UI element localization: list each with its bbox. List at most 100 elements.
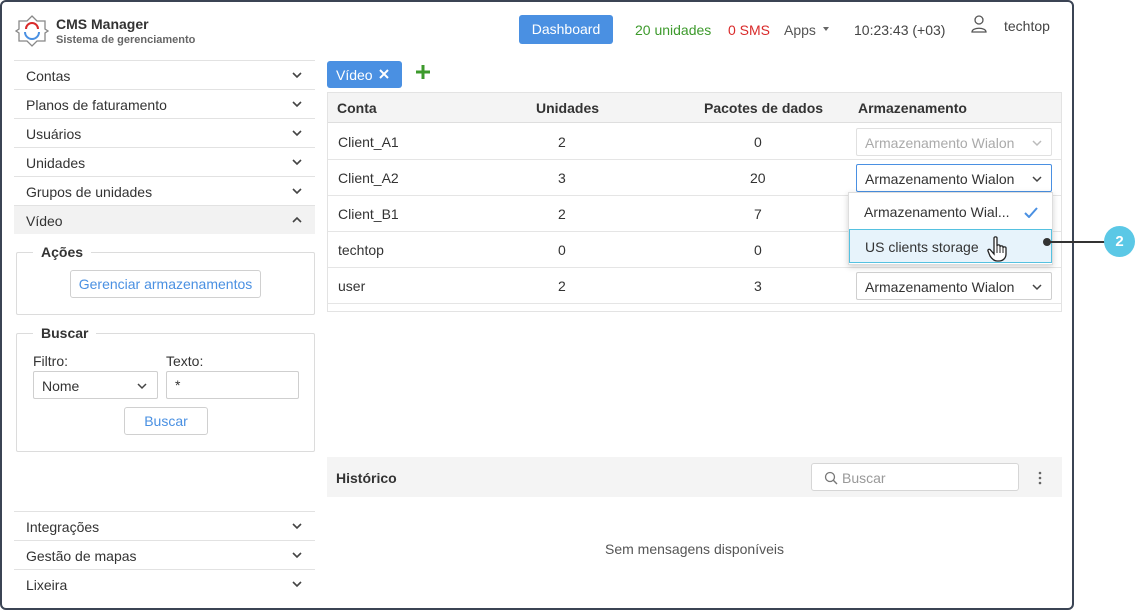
dashboard-button[interactable]: Dashboard	[519, 15, 613, 44]
sidebar-item-grupos[interactable]: Grupos de unidades	[14, 176, 315, 205]
actions-panel: Ações Gerenciar armazenamentos	[16, 244, 315, 315]
storage-select-value: Armazenamento Wialon	[865, 171, 1015, 187]
user-icon[interactable]	[971, 15, 987, 33]
hand-cursor-icon	[987, 236, 1007, 262]
cell-account: user	[338, 278, 366, 294]
table-row[interactable]: user 2 3 Armazenamento Wialon	[328, 268, 1061, 304]
text-label: Texto:	[166, 353, 204, 369]
chevron-up-icon	[292, 216, 302, 223]
chevron-down-icon	[1032, 140, 1042, 147]
history-panel: Histórico Buscar	[327, 457, 1062, 497]
filter-label: Filtro:	[33, 353, 68, 369]
callout-line	[1046, 241, 1105, 243]
caret-down-icon[interactable]	[823, 27, 829, 31]
column-header-account[interactable]: Conta	[337, 100, 377, 116]
chevron-down-icon	[292, 523, 302, 530]
table-row[interactable]: Client_A2 3 20 Armazenamento Wialon	[328, 160, 1061, 196]
chevron-down-icon	[292, 72, 302, 79]
callout-badge: 2	[1104, 226, 1135, 257]
column-header-units[interactable]: Unidades	[536, 100, 599, 116]
sidebar-item-usuarios[interactable]: Usuários	[14, 118, 315, 147]
cell-units: 3	[558, 170, 566, 186]
app-subtitle: Sistema de gerenciamento	[56, 34, 196, 46]
search-icon	[824, 471, 838, 485]
cell-packages: 0	[754, 134, 762, 150]
filter-select-value: Nome	[42, 378, 80, 394]
dropdown-option-label: Armazenamento Wial...	[864, 204, 1010, 220]
cell-account: Client_A1	[338, 134, 399, 150]
sidebar-item-video[interactable]: Vídeo	[14, 205, 315, 234]
sidebar-item-label: Lixeira	[26, 577, 68, 593]
sidebar-item-label: Usuários	[26, 126, 82, 142]
cell-account: techtop	[338, 242, 384, 258]
cms-logo-icon	[15, 15, 49, 47]
manage-storage-button[interactable]: Gerenciar armazenamentos	[70, 270, 261, 298]
column-header-storage[interactable]: Armazenamento	[858, 100, 967, 116]
chevron-down-icon	[1032, 176, 1042, 183]
storage-select: Armazenamento Wialon	[856, 128, 1052, 156]
column-header-packages[interactable]: Pacotes de dados	[704, 100, 823, 116]
storage-select-value: Armazenamento Wialon	[865, 279, 1015, 295]
cell-packages: 7	[754, 206, 762, 222]
apps-menu[interactable]: Apps	[784, 22, 816, 38]
add-tab-icon[interactable]	[416, 65, 430, 79]
user-name[interactable]: techtop	[1004, 18, 1050, 34]
sidebar-item-label: Gestão de mapas	[26, 548, 137, 564]
tab-video-label: Vídeo	[336, 67, 373, 83]
history-empty-message: Sem mensagens disponíveis	[605, 541, 784, 557]
chevron-down-icon	[1032, 284, 1042, 291]
sidebar-item-integracoes[interactable]: Integrações	[14, 511, 315, 540]
table-header: Conta Unidades Pacotes de dados Armazena…	[328, 93, 1061, 123]
storage-select[interactable]: Armazenamento Wialon	[856, 164, 1052, 192]
chevron-down-icon	[292, 552, 302, 559]
sidebar-item-label: Planos de faturamento	[26, 97, 167, 113]
storage-select[interactable]: Armazenamento Wialon	[856, 272, 1052, 300]
clock: 10:23:43 (+03)	[854, 22, 946, 38]
actions-legend: Ações	[33, 244, 92, 260]
check-icon	[1024, 207, 1038, 218]
cell-packages: 3	[754, 278, 762, 294]
units-counter[interactable]: 20 unidades	[635, 22, 711, 38]
search-panel: Buscar Filtro: Texto: Nome * Buscar	[16, 325, 315, 452]
sidebar-item-unidades[interactable]: Unidades	[14, 147, 315, 176]
history-title: Histórico	[336, 470, 397, 486]
history-search-placeholder: Buscar	[842, 470, 886, 486]
cell-account: Client_A2	[338, 170, 399, 186]
cell-packages: 20	[750, 170, 766, 186]
search-text-input[interactable]: *	[166, 371, 299, 399]
dropdown-option-label: US clients storage	[865, 239, 979, 255]
chevron-down-icon	[292, 188, 302, 195]
chevron-down-icon	[292, 159, 302, 166]
header: CMS Manager Sistema de gerenciamento Das…	[2, 2, 1072, 58]
sms-counter[interactable]: 0 SMS	[728, 22, 770, 38]
close-icon[interactable]	[379, 69, 389, 79]
more-options-icon[interactable]	[1038, 470, 1042, 486]
cell-units: 2	[558, 134, 566, 150]
search-button[interactable]: Buscar	[124, 407, 208, 435]
chevron-down-icon	[137, 383, 147, 390]
sidebar-item-mapas[interactable]: Gestão de mapas	[14, 540, 315, 569]
sidebar-item-label: Integrações	[26, 519, 100, 535]
app-window: CMS Manager Sistema de gerenciamento Das…	[0, 0, 1074, 610]
filter-select[interactable]: Nome	[33, 371, 158, 399]
sidebar-item-label: Vídeo	[26, 213, 63, 229]
sidebar-item-lixeira[interactable]: Lixeira	[14, 569, 315, 598]
chevron-down-icon	[292, 101, 302, 108]
tab-video[interactable]: Vídeo	[327, 61, 402, 88]
storage-select-value: Armazenamento Wialon	[865, 135, 1015, 151]
dropdown-option-us-clients[interactable]: US clients storage	[849, 229, 1052, 263]
search-legend: Buscar	[33, 325, 97, 341]
cell-units: 2	[558, 206, 566, 222]
sidebar-item-label: Contas	[26, 68, 71, 84]
chevron-down-icon	[292, 581, 302, 588]
sidebar-item-planos[interactable]: Planos de faturamento	[14, 89, 315, 118]
cell-units: 0	[558, 242, 566, 258]
sidebar-item-label: Unidades	[26, 155, 86, 171]
dropdown-option-wialon[interactable]: Armazenamento Wial...	[849, 195, 1052, 229]
cell-packages: 0	[754, 242, 762, 258]
app-title: CMS Manager	[56, 16, 149, 32]
sidebar-item-label: Grupos de unidades	[26, 184, 153, 200]
sidebar-item-contas[interactable]: Contas	[14, 60, 315, 89]
history-search-input[interactable]: Buscar	[811, 463, 1019, 491]
table-row[interactable]: Client_A1 2 0 Armazenamento Wialon	[328, 124, 1061, 160]
